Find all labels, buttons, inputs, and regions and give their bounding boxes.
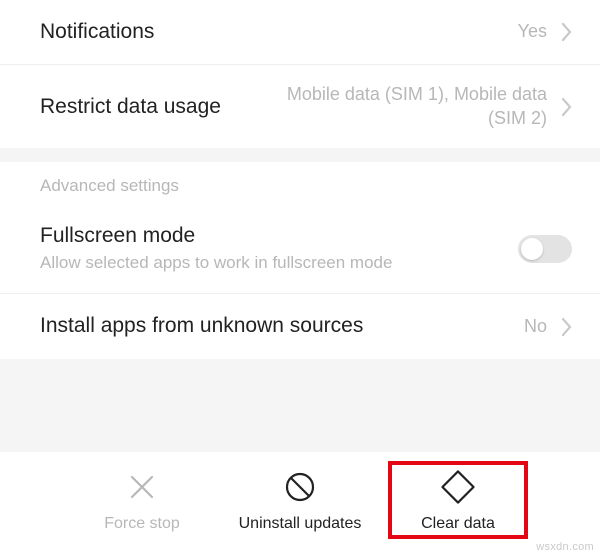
row-title: Restrict data usage bbox=[40, 93, 235, 121]
ban-icon bbox=[283, 467, 317, 507]
row-notifications[interactable]: Notifications Yes bbox=[0, 0, 600, 65]
eraser-icon bbox=[440, 467, 476, 507]
row-value: Yes bbox=[518, 20, 547, 43]
row-value: No bbox=[524, 315, 547, 338]
chevron-right-icon bbox=[561, 22, 572, 42]
force-stop-button: Force stop bbox=[72, 461, 212, 539]
chevron-right-icon bbox=[561, 317, 572, 337]
watermark-text: wsxdn.com bbox=[536, 541, 594, 553]
action-label: Clear data bbox=[421, 515, 495, 533]
chevron-right-icon bbox=[561, 97, 572, 117]
row-fullscreen-mode[interactable]: Fullscreen mode Allow selected apps to w… bbox=[0, 204, 600, 294]
section-divider bbox=[0, 148, 600, 162]
action-label: Force stop bbox=[104, 515, 180, 533]
settings-list: Notifications Yes Restrict data usage Mo… bbox=[0, 0, 600, 359]
row-install-unknown[interactable]: Install apps from unknown sources No bbox=[0, 294, 600, 358]
action-label: Uninstall updates bbox=[239, 515, 362, 533]
bottom-action-bar: Force stop Uninstall updates Clear data bbox=[0, 452, 600, 557]
row-title: Notifications bbox=[40, 18, 506, 46]
row-subtitle: Allow selected apps to work in fullscree… bbox=[40, 252, 506, 275]
close-icon bbox=[126, 467, 158, 507]
clear-data-button[interactable]: Clear data bbox=[388, 461, 528, 539]
row-value: Mobile data (SIM 1), Mobile data (SIM 2) bbox=[247, 83, 547, 130]
row-restrict-data[interactable]: Restrict data usage Mobile data (SIM 1),… bbox=[0, 65, 600, 148]
row-title: Install apps from unknown sources bbox=[40, 312, 512, 340]
uninstall-updates-button[interactable]: Uninstall updates bbox=[230, 461, 370, 539]
toggle-knob bbox=[521, 238, 543, 260]
toggle-fullscreen[interactable] bbox=[518, 235, 572, 263]
row-title: Fullscreen mode bbox=[40, 222, 506, 250]
section-header-advanced: Advanced settings bbox=[0, 162, 600, 204]
